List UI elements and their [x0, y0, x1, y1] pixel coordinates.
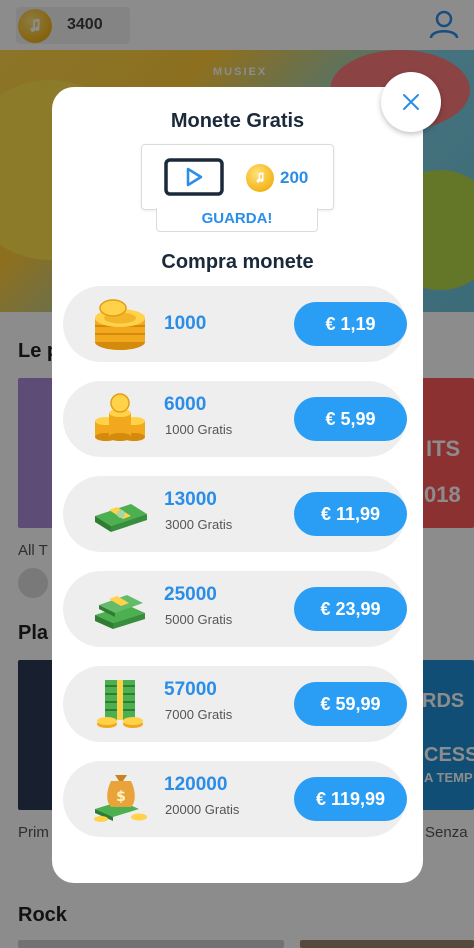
coin-pack-row[interactable]: 6000 1000 Gratis € 5,99 — [63, 381, 407, 457]
buy-price-button[interactable]: € 11,99 — [294, 492, 407, 536]
free-coins-amount: 200 — [280, 168, 309, 187]
cash-tower-icon — [97, 680, 143, 728]
coin-stack-icon — [95, 299, 145, 350]
pack-amount: 13000 — [164, 489, 217, 510]
pack-bonus: 20000 Gratis — [165, 802, 240, 817]
video-play-icon — [164, 158, 224, 196]
coin-pack-row[interactable]: $ 120000 20000 Gratis € 119,99 — [63, 761, 407, 837]
coin-pile-icon — [95, 393, 145, 441]
coins-modal: Monete Gratis 200 GUARDA! Compra monete … — [52, 87, 423, 883]
money-bag-icon: $ — [94, 775, 147, 822]
close-button[interactable] — [381, 72, 441, 132]
modal-title: Monete Gratis — [170, 110, 305, 132]
pack-amount: 6000 — [164, 394, 207, 415]
close-icon — [403, 94, 419, 110]
music-coin-icon — [246, 164, 274, 192]
cash-stacks-icon — [95, 595, 145, 629]
pack-bonus: 1000 Gratis — [165, 422, 233, 437]
free-coins-card[interactable]: 200 — [141, 144, 334, 210]
pack-bonus: 7000 Gratis — [165, 707, 233, 722]
buy-price-button[interactable]: € 119,99 — [294, 777, 407, 821]
pack-bonus: 5000 Gratis — [165, 612, 233, 627]
svg-text:$: $ — [116, 789, 126, 805]
pack-bonus: 3000 Gratis — [165, 517, 233, 532]
coin-pack-row[interactable]: 1000 € 1,19 — [63, 286, 407, 362]
pack-amount: 120000 — [164, 774, 228, 795]
watch-video-button[interactable]: GUARDA! — [156, 208, 318, 232]
coin-pack-row[interactable]: 13000 3000 Gratis € 11,99 — [63, 476, 407, 552]
buy-coins-title: Compra monete — [161, 251, 314, 273]
buy-price-button[interactable]: € 59,99 — [294, 682, 407, 726]
coin-pack-row[interactable]: 57000 7000 Gratis € 59,99 — [63, 666, 407, 742]
buy-price-button[interactable]: € 1,19 — [294, 302, 407, 346]
buy-price-button[interactable]: € 23,99 — [294, 587, 407, 631]
pack-amount: 1000 — [164, 313, 207, 334]
cash-bundle-icon — [95, 504, 147, 532]
pack-amount: 57000 — [164, 679, 217, 700]
buy-price-button[interactable]: € 5,99 — [294, 397, 407, 441]
pack-amount: 25000 — [164, 584, 217, 605]
coin-pack-row[interactable]: 25000 5000 Gratis € 23,99 — [63, 571, 407, 647]
